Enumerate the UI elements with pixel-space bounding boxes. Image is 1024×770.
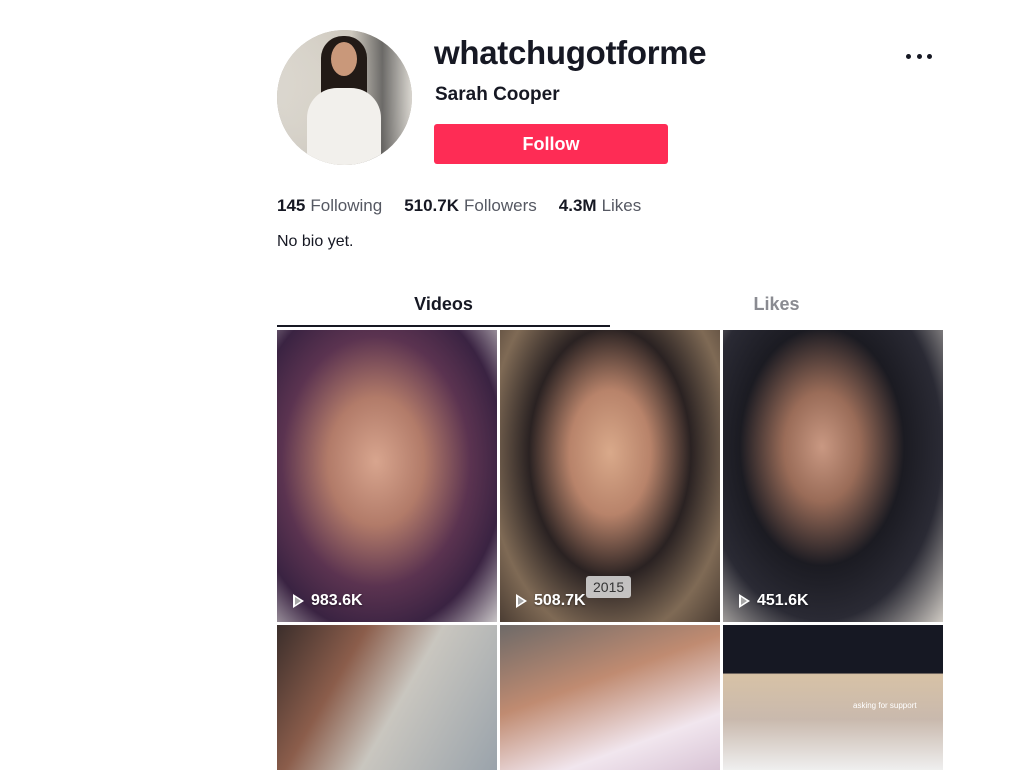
profile-stats: 145 Following 510.7K Followers 4.3M Likes	[277, 196, 641, 216]
view-count: 983.6K	[293, 592, 363, 610]
profile-username: whatchugotforme	[434, 34, 707, 71]
more-dot	[927, 53, 932, 59]
more-dot	[916, 53, 922, 59]
video-card[interactable]	[500, 625, 720, 770]
video-card[interactable]: 983.6K	[277, 330, 497, 622]
stat-value: 510.7K	[404, 196, 460, 215]
avatar-face	[331, 42, 357, 76]
video-card[interactable]: asking for support	[723, 625, 943, 770]
tab-videos[interactable]: Videos	[277, 289, 610, 327]
profile-bio: No bio yet.	[277, 233, 354, 250]
stat-likes: 4.3M Likes	[559, 196, 641, 216]
tab-likes[interactable]: Likes	[610, 289, 943, 327]
play-icon	[739, 594, 750, 608]
video-card[interactable]	[277, 625, 497, 770]
profile-tabs: Videos Likes	[277, 289, 943, 327]
video-overlay-tag: 2015	[586, 576, 632, 598]
stat-followers[interactable]: 510.7K Followers	[404, 196, 537, 216]
avatar-shirt	[307, 88, 381, 165]
play-icon	[516, 594, 527, 608]
view-count: 451.6K	[739, 592, 809, 610]
profile-nickname: Sarah Cooper	[435, 84, 560, 105]
play-icon	[293, 594, 304, 608]
stat-label: Followers	[464, 196, 537, 215]
video-overlay-text: asking for support	[853, 701, 917, 710]
video-card[interactable]: 451.6K	[723, 330, 943, 622]
video-card[interactable]: 2015 508.7K	[500, 330, 720, 622]
view-count-value: 983.6K	[311, 592, 363, 609]
more-options-icon[interactable]	[906, 44, 932, 68]
stat-value: 4.3M	[558, 196, 597, 215]
follow-button[interactable]: Follow	[434, 124, 668, 164]
stat-value: 145	[277, 196, 306, 215]
profile-avatar	[277, 30, 412, 165]
stat-following[interactable]: 145 Following	[277, 196, 382, 216]
view-count: 508.7K	[516, 592, 586, 610]
more-dot	[906, 53, 911, 59]
video-grid: 983.6K 2015 508.7K 451.6K asking for sup…	[277, 330, 943, 770]
view-count-value: 451.6K	[757, 592, 809, 609]
stat-label: Following	[310, 196, 383, 215]
view-count-value: 508.7K	[534, 592, 586, 609]
stat-label: Likes	[601, 196, 642, 215]
